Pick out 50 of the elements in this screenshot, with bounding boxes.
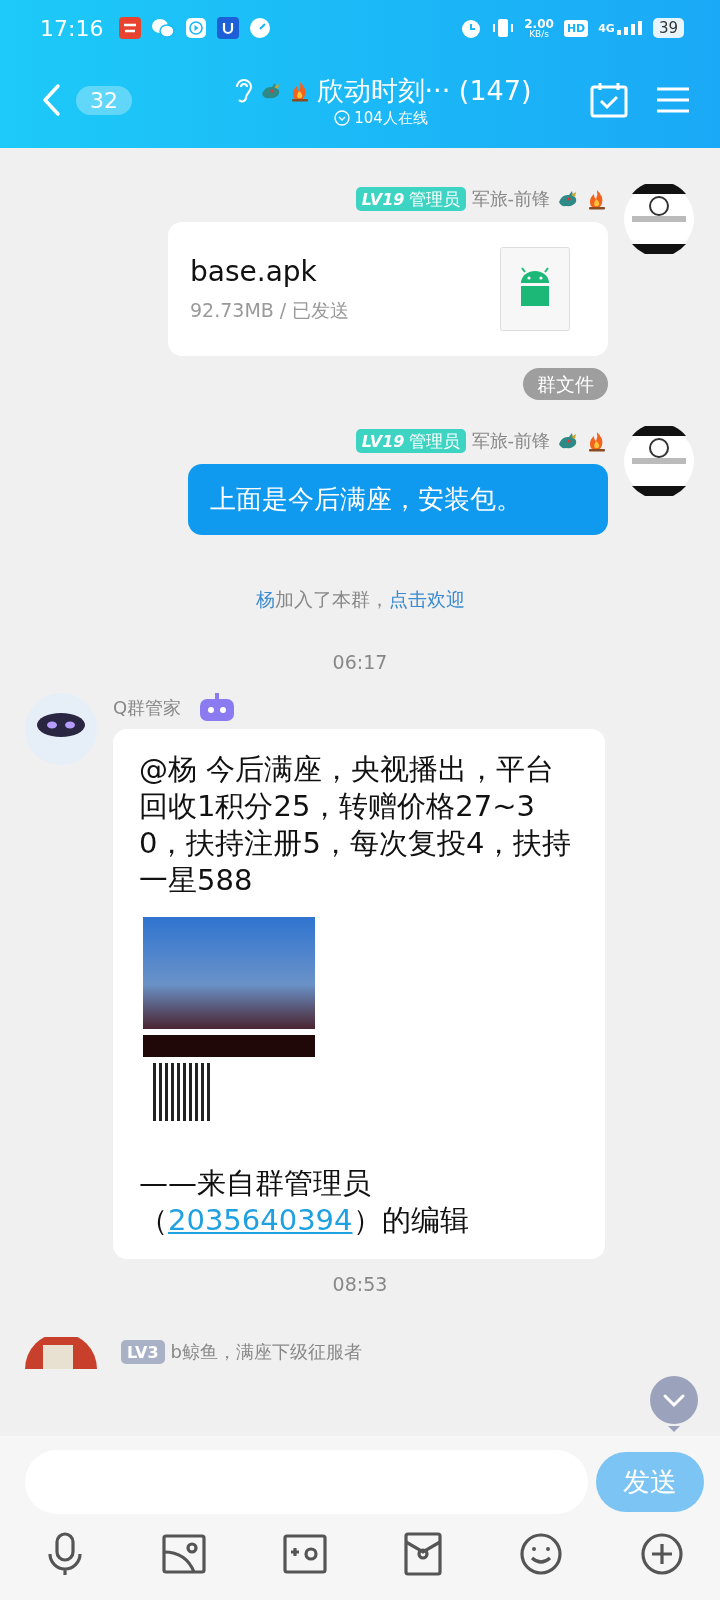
microphone-icon[interactable] <box>45 1532 85 1576</box>
hd-badge: HD <box>563 19 589 37</box>
shield-app-icon <box>217 17 240 39</box>
sender-name: 军旅-前锋 <box>471 429 550 453</box>
vibrate-icon <box>492 17 515 39</box>
unread-count-badge[interactable]: 32 <box>76 85 132 115</box>
level-badge: LV19 管理员 <box>355 187 466 211</box>
file-status: 92.73MB / 已发送 <box>190 297 350 323</box>
sender-name: b鲸鱼，满座下级征服者 <box>170 1340 362 1364</box>
online-count: 104人在线 <box>354 108 428 128</box>
level-badge: LV3 <box>121 1340 165 1364</box>
sender-name: Q群管家 <box>113 696 182 720</box>
speed-unit: KB/s <box>529 29 549 39</box>
member-name-link[interactable]: 杨 <box>255 588 275 610</box>
image-icon[interactable] <box>162 1534 206 1574</box>
fire-icon <box>586 188 608 210</box>
level-badge: LV19 管理员 <box>355 429 466 453</box>
plus-icon[interactable] <box>640 1532 684 1576</box>
battery-level: 39 <box>652 18 684 38</box>
envelope-icon[interactable] <box>404 1532 442 1576</box>
chat-bubbles-icon <box>151 17 176 39</box>
send-button[interactable]: 发送 <box>596 1452 704 1512</box>
network-type: 4G <box>598 22 615 35</box>
robot-icon <box>199 693 236 723</box>
message-time: 08:53 <box>331 1273 389 1295</box>
file-message-card[interactable]: base.apk 92.73MB / 已发送 <box>168 222 608 356</box>
alarm-icon <box>460 17 483 39</box>
message-text: @杨 今后满座，央视播出，平台回收1积分25，转赠价格27~30，扶持注册5，每次复投4，扶持一星588 <box>139 751 573 899</box>
signature-text: ——来自群管理员（2035640394）的编辑 <box>139 1165 470 1239</box>
fire-icon <box>586 430 608 452</box>
qq-number-link[interactable]: 2035640394 <box>168 1203 353 1237</box>
join-notice: 杨加入了本群，点击欢迎 <box>254 587 466 612</box>
group-title: 欣动时刻··· (147) <box>316 73 532 108</box>
status-time: 17:16 <box>40 15 104 41</box>
menu-icon[interactable] <box>656 86 690 114</box>
message-bubble[interactable]: @杨 今后满座，央视播出，平台回收1积分25，转赠价格27~30，扶持注册5，每次复投4，扶持一星588 ——来自群管理员（2035640394）的编辑 <box>113 729 605 1259</box>
message-time: 06:17 <box>331 651 389 673</box>
calendar-check-icon[interactable] <box>590 82 628 118</box>
play-icon <box>185 17 208 39</box>
sender-name: 军旅-前锋 <box>471 187 550 211</box>
message-bubble[interactable]: 上面是今后满座，安装包。 <box>188 464 608 535</box>
group-file-tag[interactable]: 群文件 <box>523 368 608 400</box>
file-name: base.apk <box>190 254 318 288</box>
camera-icon[interactable] <box>283 1534 327 1574</box>
robot-avatar[interactable] <box>25 693 97 765</box>
signal-icon <box>616 21 643 35</box>
network-speed: 2.00 <box>524 17 554 30</box>
welcome-link[interactable]: 点击欢迎 <box>388 588 465 610</box>
android-file-icon <box>500 247 570 331</box>
emoji-icon[interactable] <box>519 1532 563 1576</box>
